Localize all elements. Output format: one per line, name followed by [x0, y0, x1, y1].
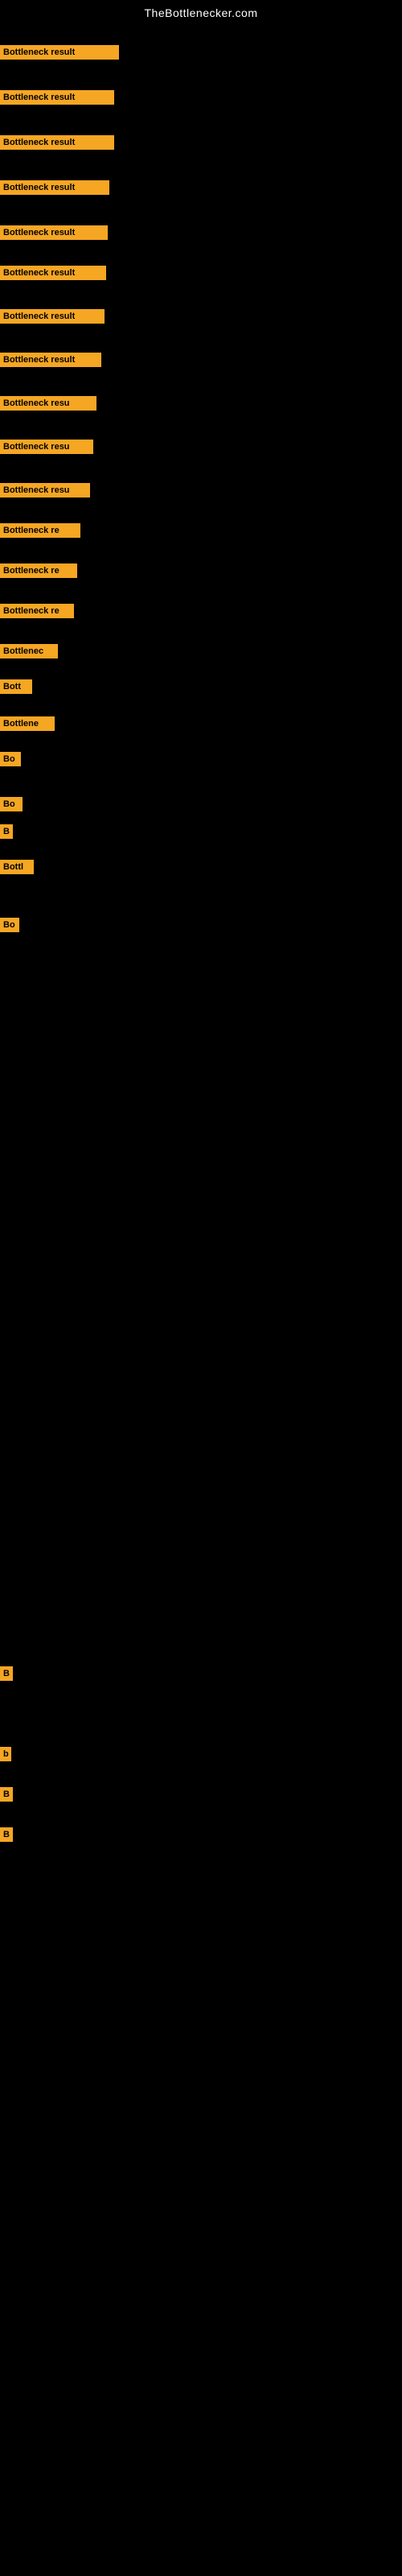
bar-row: Bo — [0, 752, 21, 766]
bottleneck-result-bar: Bottleneck result — [0, 135, 114, 150]
bar-row: Bottleneck result — [0, 309, 105, 324]
bottleneck-result-bar: Bottleneck result — [0, 45, 119, 60]
bar-row: Bottleneck resu — [0, 396, 96, 411]
bar-row: Bo — [0, 797, 23, 811]
bar-row: Bo — [0, 918, 19, 932]
bottleneck-result-bar: Bottleneck result — [0, 309, 105, 324]
bottleneck-result-bar: Bottleneck resu — [0, 483, 90, 497]
bottleneck-result-bar: Bottleneck result — [0, 180, 109, 195]
bar-row: Bottleneck result — [0, 45, 119, 60]
bar-row: Bott — [0, 679, 32, 694]
bottleneck-result-bar: Bottlene — [0, 716, 55, 731]
bottleneck-result-bar: Bottleneck re — [0, 564, 77, 578]
bottleneck-result-bar: Bottleneck result — [0, 90, 114, 105]
bottleneck-result-bar: B — [0, 1827, 13, 1842]
bottleneck-result-bar: Bo — [0, 797, 23, 811]
bottleneck-result-bar: Bottleneck re — [0, 523, 80, 538]
bottleneck-result-bar: Bo — [0, 752, 21, 766]
bar-row: Bottleneck result — [0, 225, 108, 240]
bar-row: Bottleneck resu — [0, 483, 90, 497]
bar-row: Bottleneck resu — [0, 440, 93, 454]
bar-row: b — [0, 1747, 11, 1761]
bottleneck-result-bar: Bottleneck result — [0, 266, 106, 280]
site-title: TheBottlenecker.com — [0, 0, 402, 23]
bottleneck-result-bar: Bottleneck resu — [0, 440, 93, 454]
bar-row: Bottlene — [0, 716, 55, 731]
bottleneck-result-bar: B — [0, 824, 13, 839]
bottleneck-result-bar: Bottl — [0, 860, 34, 874]
bar-row: Bottleneck re — [0, 604, 74, 618]
bar-row: Bottl — [0, 860, 34, 874]
bar-row: Bottlenec — [0, 644, 58, 658]
bottleneck-result-bar: Bottleneck result — [0, 225, 108, 240]
bar-row: Bottleneck re — [0, 523, 80, 538]
bar-row: Bottleneck result — [0, 180, 109, 195]
bottleneck-result-bar: B — [0, 1666, 13, 1681]
bar-row: Bottleneck re — [0, 564, 77, 578]
bar-row: Bottleneck result — [0, 135, 114, 150]
bar-row: B — [0, 824, 13, 839]
bar-row: Bottleneck result — [0, 353, 101, 367]
bar-row: B — [0, 1787, 13, 1802]
bar-row: Bottleneck result — [0, 90, 114, 105]
bar-row: Bottleneck result — [0, 266, 106, 280]
bottleneck-result-bar: Bottleneck re — [0, 604, 74, 618]
bottleneck-result-bar: Bottlenec — [0, 644, 58, 658]
bottleneck-result-bar: Bo — [0, 918, 19, 932]
bottleneck-result-bar: Bott — [0, 679, 32, 694]
bar-row: B — [0, 1827, 13, 1842]
bottleneck-result-bar: Bottleneck result — [0, 353, 101, 367]
bottleneck-result-bar: B — [0, 1787, 13, 1802]
bar-row: B — [0, 1666, 13, 1681]
bottleneck-result-bar: b — [0, 1747, 11, 1761]
bottleneck-result-bar: Bottleneck resu — [0, 396, 96, 411]
